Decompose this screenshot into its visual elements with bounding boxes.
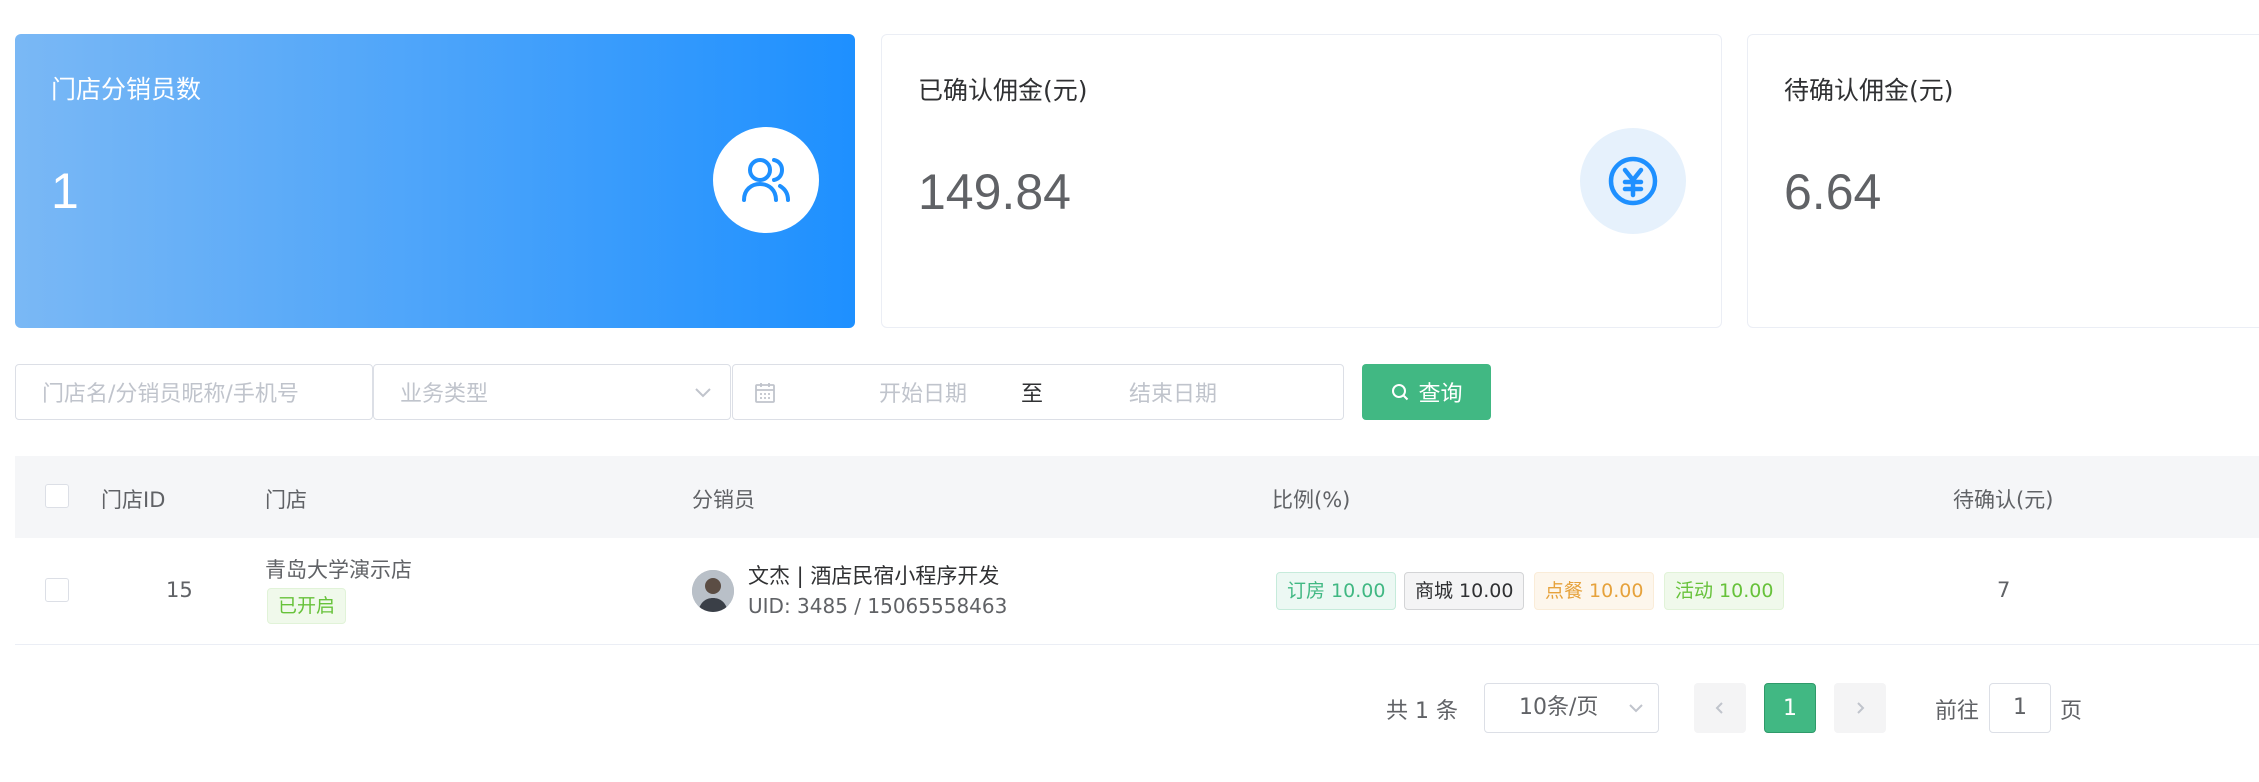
- distributor-uid: UID: 3485 / 15065558463: [748, 594, 1008, 618]
- header-distributor: 分销员: [692, 488, 755, 512]
- header-store-id: 门店ID: [101, 488, 166, 512]
- header-store: 门店: [265, 488, 307, 512]
- calendar-icon: [755, 383, 775, 403]
- stat-card-distributors: 门店分销员数 1: [15, 34, 855, 328]
- search-icon: [1392, 384, 1409, 401]
- prev-page-button[interactable]: [1694, 683, 1746, 733]
- chevron-down-icon: [1629, 704, 1643, 713]
- stat-title: 门店分销员数: [51, 75, 202, 104]
- chevron-left-icon: [1715, 702, 1723, 714]
- pagination-total: 共 1 条: [1386, 699, 1458, 724]
- stat-card-confirmed: 已确认佣金(元) 149.84: [881, 34, 1722, 328]
- stat-card-pending: 待确认佣金(元) 6.64: [1747, 34, 2259, 328]
- goto-page-input[interactable]: 1: [1989, 683, 2051, 733]
- stat-value: 6.64: [1784, 164, 1882, 220]
- chevron-down-icon: [695, 388, 711, 398]
- table-row: 15 青岛大学演示店 已开启 文杰 | 酒店民宿小程序开发 UID: 3485 …: [15, 538, 2259, 645]
- ratio-tag-activity: 活动 10.00: [1664, 572, 1785, 610]
- ratio-tag-food: 点餐 10.00: [1534, 572, 1655, 610]
- select-all-checkbox[interactable]: [45, 484, 69, 508]
- header-ratio: 比例(%): [1272, 488, 1351, 512]
- ratio-tag-room: 订房 10.00: [1276, 572, 1397, 610]
- goto-label: 前往: [1935, 699, 1980, 724]
- date-range-picker[interactable]: 开始日期 至 结束日期: [732, 364, 1344, 420]
- stat-title: 已确认佣金(元): [918, 76, 1088, 105]
- page-number-current[interactable]: 1: [1764, 683, 1816, 733]
- search-input[interactable]: 门店名/分销员昵称/手机号: [15, 364, 373, 420]
- stat-value: 149.84: [918, 164, 1071, 220]
- query-button[interactable]: 查询: [1362, 364, 1491, 420]
- chevron-right-icon: [1857, 702, 1865, 714]
- store-name: 青岛大学演示店: [265, 558, 412, 582]
- users-icon: [713, 127, 819, 233]
- store-id: 15: [166, 578, 193, 602]
- page-label: 页: [2060, 699, 2083, 724]
- table-header: 门店ID 门店 分销员 比例(%) 待确认(元): [15, 456, 2259, 538]
- row-checkbox[interactable]: [45, 578, 69, 602]
- start-date-input[interactable]: 开始日期: [853, 376, 993, 408]
- stat-title: 待确认佣金(元): [1784, 76, 1954, 105]
- stat-value: 1: [51, 163, 79, 219]
- page-size-select[interactable]: 10条/页: [1484, 683, 1659, 733]
- ratio-tag-mall: 商城 10.00: [1404, 572, 1525, 610]
- type-placeholder: 业务类型: [400, 382, 489, 407]
- avatar: [692, 570, 734, 612]
- date-separator: 至: [1021, 382, 1044, 407]
- page-size-value: 10条/页: [1519, 695, 1599, 720]
- pending-amount: 7: [1997, 578, 2011, 602]
- business-type-select[interactable]: 业务类型: [373, 364, 731, 420]
- header-pending: 待确认(元): [1953, 488, 2054, 512]
- status-badge: 已开启: [267, 588, 347, 624]
- end-date-input[interactable]: 结束日期: [1103, 376, 1243, 408]
- next-page-button[interactable]: [1834, 683, 1886, 733]
- distributor-name: 文杰 | 酒店民宿小程序开发: [748, 564, 1000, 588]
- yen-icon: [1580, 128, 1686, 234]
- search-placeholder: 门店名/分销员昵称/手机号: [42, 382, 299, 407]
- query-label: 查询: [1418, 381, 1463, 406]
